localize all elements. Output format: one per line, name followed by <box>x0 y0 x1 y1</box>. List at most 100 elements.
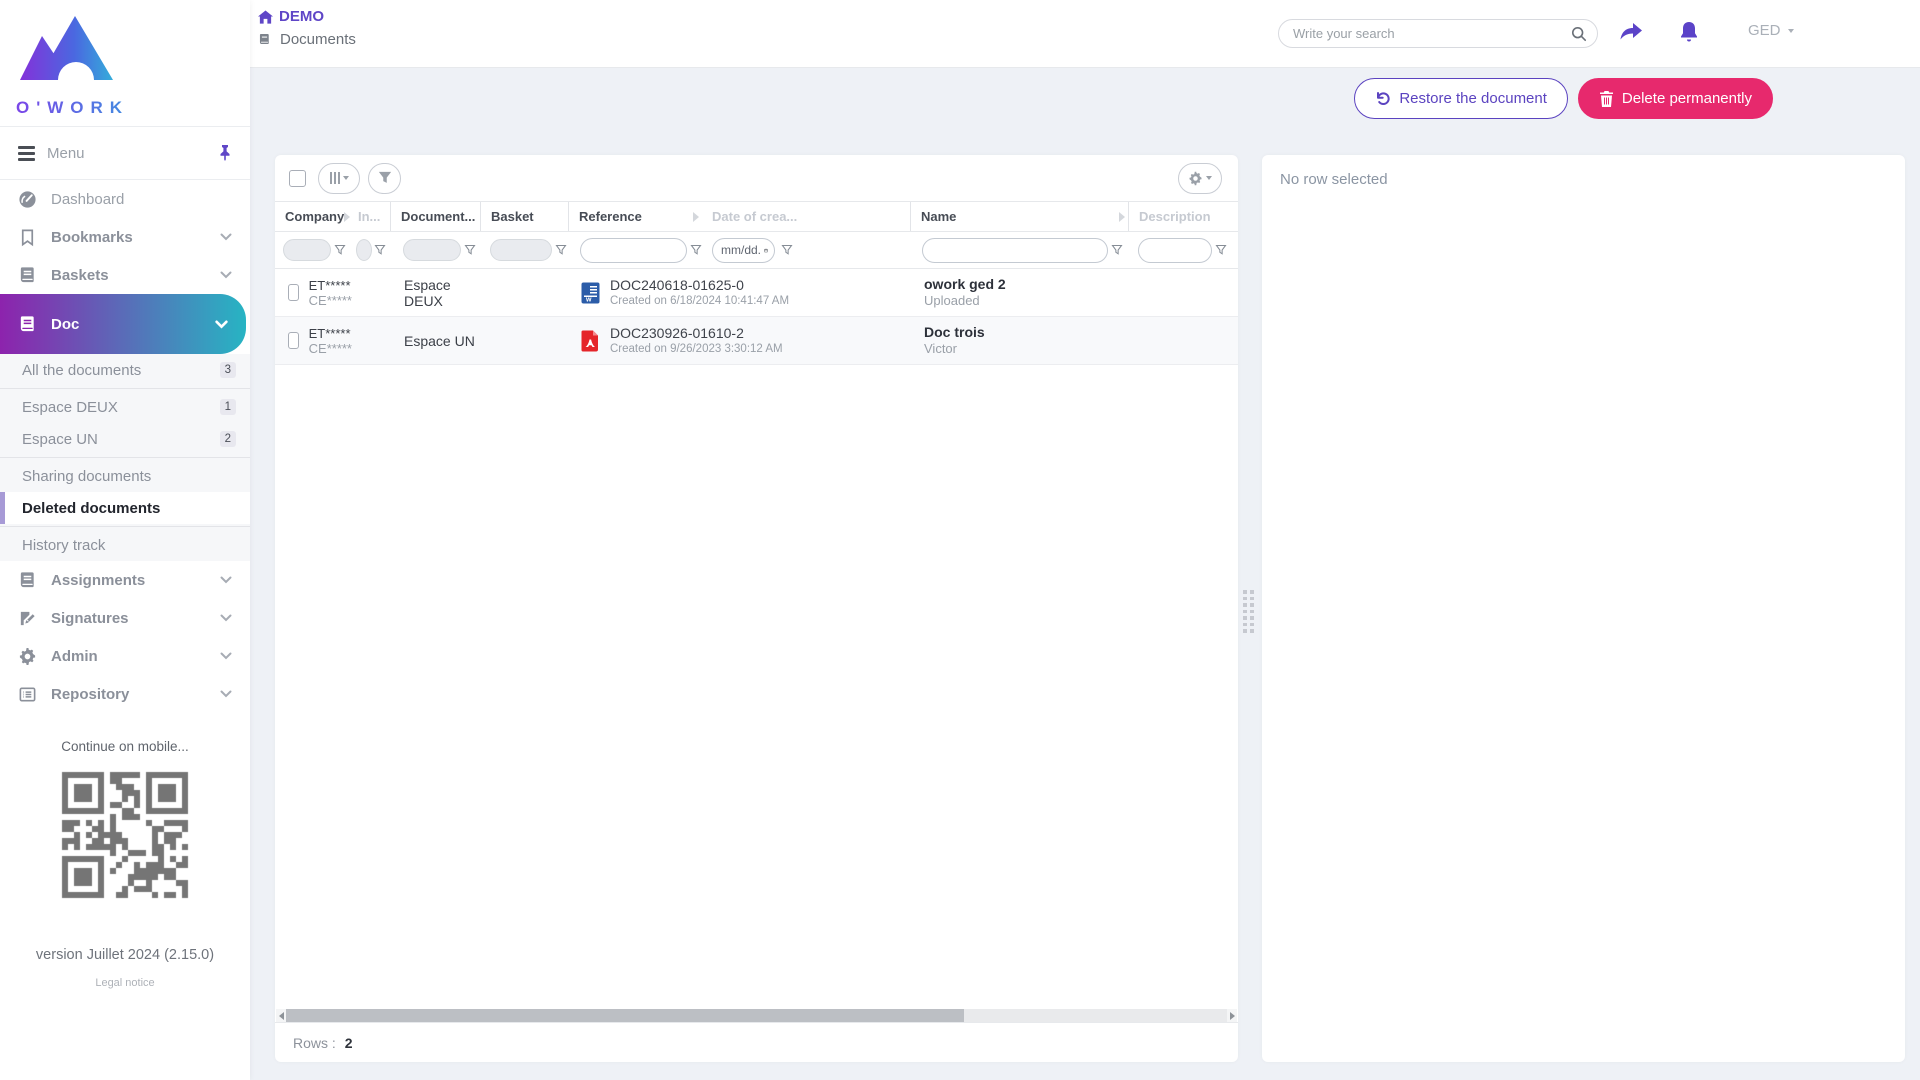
documents-table-card: Company In... Document... Basket Referen… <box>275 155 1238 1062</box>
funnel-icon[interactable] <box>781 244 793 256</box>
name-filter-input[interactable] <box>922 237 1108 263</box>
book-icon <box>20 266 34 282</box>
delete-permanently-button[interactable]: Delete permanently <box>1577 78 1773 119</box>
divider <box>0 526 250 527</box>
chevron-down-icon <box>220 576 232 584</box>
sort-arrow-icon <box>693 211 699 222</box>
search-icon[interactable] <box>1571 26 1587 42</box>
breadcrumb-home[interactable]: DEMO <box>258 8 356 25</box>
document-icon <box>259 33 269 45</box>
document-name: owork ged 2 <box>924 276 1006 292</box>
pin-icon[interactable] <box>218 145 232 161</box>
qr-code <box>52 762 198 908</box>
table-filter-row: mm/dd. <box>275 232 1238 269</box>
app-root: O'WORK Menu Dashboard Bookmarks Baskets … <box>0 0 1920 1080</box>
column-header-document[interactable]: Document... <box>390 202 480 231</box>
sidebar-item-all-documents[interactable]: All the documents 3 <box>0 354 250 386</box>
sidebar-item-deleted-documents[interactable]: Deleted documents <box>0 492 250 524</box>
reference-number: DOC230926-01610-2 <box>610 325 744 341</box>
count-badge: 3 <box>219 362 236 378</box>
sidebar-item-repository[interactable]: Repository <box>0 675 250 713</box>
column-header-reference[interactable]: Reference <box>568 202 702 231</box>
sidebar-item-sharing-documents[interactable]: Sharing documents <box>0 460 250 492</box>
row-checkbox[interactable] <box>288 332 299 349</box>
book-icon <box>20 571 34 587</box>
reference-number: DOC240618-01625-0 <box>610 277 744 293</box>
funnel-icon[interactable] <box>1215 244 1227 256</box>
reference-filter-input[interactable] <box>580 237 687 263</box>
column-header-company[interactable]: Company <box>275 202 352 231</box>
scroll-right-arrow[interactable] <box>1227 1009 1237 1022</box>
row-checkbox[interactable] <box>288 284 299 301</box>
column-header-name[interactable]: Name <box>910 202 1128 231</box>
legal-notice-link[interactable]: Legal notice <box>0 977 250 989</box>
columns-button[interactable] <box>318 162 360 194</box>
table-settings-button[interactable] <box>1178 162 1222 194</box>
description-filter-input[interactable] <box>1138 237 1212 263</box>
bookmark-icon <box>21 229 34 246</box>
action-bar: Restore the document Delete permanently <box>250 68 1920 132</box>
name-cell: owork ged 2 Uploaded <box>910 276 1128 309</box>
page-title: Documents <box>280 31 356 48</box>
created-date: Created on 6/18/2024 10:41:47 AM <box>610 295 790 307</box>
sidebar-item-doc[interactable]: Doc <box>0 294 246 354</box>
bell-icon[interactable] <box>1678 20 1700 44</box>
document-cell: Espace UN <box>404 332 475 349</box>
sidebar-item-assignments[interactable]: Assignments <box>0 561 250 599</box>
restore-document-button[interactable]: Restore the document <box>1354 78 1568 119</box>
sidebar-item-history-track[interactable]: History track <box>0 529 250 561</box>
company-sub: CE***** <box>308 340 352 356</box>
reference-cell: w DOC240618-01625-0 Created on 6/18/2024… <box>568 277 910 308</box>
funnel-icon[interactable] <box>464 244 476 256</box>
trash-icon <box>1599 90 1613 107</box>
global-search <box>1278 19 1598 48</box>
funnel-icon[interactable] <box>690 244 702 256</box>
sidebar-item-baskets[interactable]: Baskets <box>0 256 250 294</box>
sidebar-item-dashboard[interactable]: Dashboard <box>0 180 250 218</box>
funnel-icon[interactable] <box>555 244 567 256</box>
table-row[interactable]: ET***** CE***** Espace UN DOC230926-0161… <box>275 317 1238 365</box>
sidebar-item-label: Baskets <box>51 266 109 284</box>
sort-arrow-icon <box>1119 211 1125 222</box>
list-icon <box>19 687 36 701</box>
mobile-block: Continue on mobile... version Juillet 20… <box>0 739 250 989</box>
sidebar-item-bookmarks[interactable]: Bookmarks <box>0 218 250 256</box>
chevron-down-icon <box>220 690 232 698</box>
scrollbar-thumb[interactable] <box>286 1009 964 1022</box>
count-badge: 2 <box>219 431 236 447</box>
scroll-left-arrow[interactable] <box>276 1009 286 1022</box>
share-icon[interactable] <box>1618 20 1644 44</box>
funnel-icon[interactable] <box>374 244 386 256</box>
chevron-down-icon <box>220 614 232 622</box>
gear-icon <box>1189 171 1202 185</box>
filter-button[interactable] <box>368 162 401 194</box>
word-file-icon: w <box>581 282 600 303</box>
company-code: ET***** <box>308 325 351 341</box>
sidebar-item-admin[interactable]: Admin <box>0 637 250 675</box>
sidebar-item-espace-deux[interactable]: Espace DEUX 1 <box>0 391 250 423</box>
select-all-checkbox[interactable] <box>289 169 306 187</box>
search-input[interactable] <box>1293 26 1571 41</box>
sidebar-item-label: Assignments <box>51 571 146 589</box>
restore-button-label: Restore the document <box>1399 90 1547 107</box>
funnel-icon[interactable] <box>334 244 346 256</box>
chevron-down-icon <box>220 271 232 279</box>
menu-icon[interactable] <box>18 145 35 161</box>
sidebar-item-signatures[interactable]: Signatures <box>0 599 250 637</box>
company-filter-input <box>283 239 331 261</box>
table-row[interactable]: ET***** CE***** Espace DEUX w DOC240618-… <box>275 269 1238 317</box>
document-cell: Espace DEUX <box>404 276 451 309</box>
date-filter-input[interactable]: mm/dd. <box>712 237 775 263</box>
sidebar-item-espace-un[interactable]: Espace UN 2 <box>0 423 250 455</box>
column-header-description: Description <box>1128 202 1238 231</box>
subnav-label: Deleted documents <box>22 499 161 517</box>
scrollbar-track[interactable] <box>286 1009 1227 1022</box>
caret-down-icon <box>342 176 349 180</box>
column-header-in: In... <box>358 209 381 224</box>
funnel-icon[interactable] <box>1111 244 1123 256</box>
panel-resize-handle[interactable] <box>1243 590 1254 633</box>
column-header-date: Date of crea... <box>712 209 798 224</box>
column-header-basket[interactable]: Basket <box>480 202 568 231</box>
user-menu[interactable]: GED <box>1748 22 1794 39</box>
sort-arrow-icon <box>344 211 351 222</box>
